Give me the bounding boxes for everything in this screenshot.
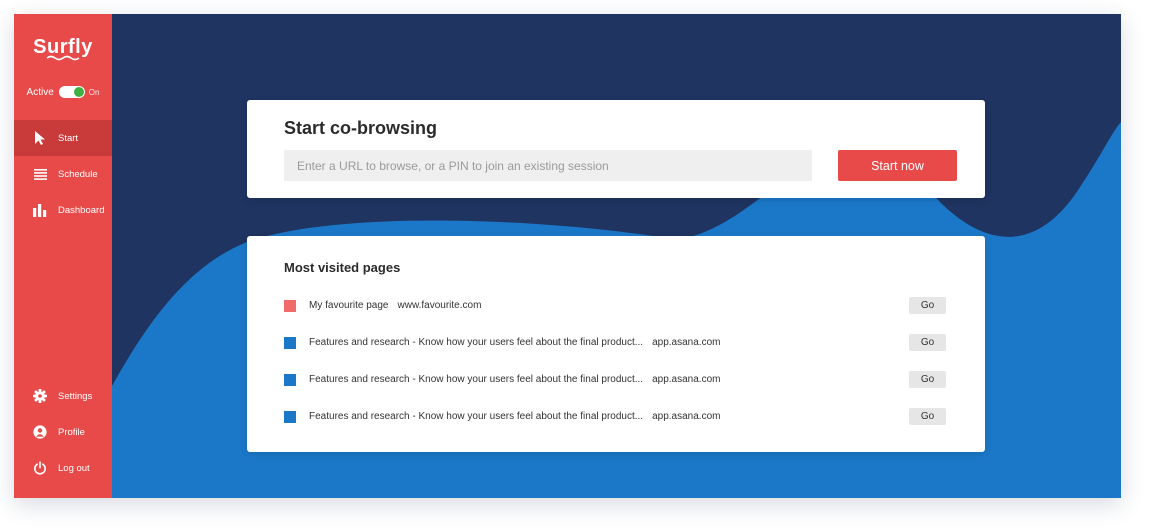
sidebar: Surfly Active On Start Schedule Dashboar… xyxy=(14,14,112,498)
brand-name: Surfly xyxy=(33,36,93,58)
list-item: Features and research - Know how your us… xyxy=(284,398,946,435)
page-title: Features and research - Know how your us… xyxy=(309,411,644,422)
page-title: Features and research - Know how your us… xyxy=(309,337,644,348)
list-item: My favourite page www.favourite.com Go xyxy=(284,287,946,324)
start-now-button[interactable]: Start now xyxy=(838,150,957,181)
list-item: Features and research - Know how your us… xyxy=(284,324,946,361)
go-button[interactable]: Go xyxy=(909,297,946,314)
page-color-swatch xyxy=(284,336,296,349)
go-button[interactable]: Go xyxy=(909,371,946,388)
sidebar-item-logout[interactable]: Log out xyxy=(14,450,112,486)
url-or-pin-input[interactable] xyxy=(284,150,812,181)
go-button[interactable]: Go xyxy=(909,334,946,351)
active-toggle[interactable] xyxy=(58,86,85,98)
sidebar-item-settings[interactable]: Settings xyxy=(14,378,112,414)
page-color-swatch xyxy=(284,373,296,386)
active-label: Active xyxy=(26,86,54,98)
power-icon xyxy=(32,460,48,476)
page-color-swatch xyxy=(284,299,296,312)
brand-logo[interactable]: Surfly xyxy=(14,36,112,61)
sidebar-nav-account: Settings Profile Log out xyxy=(14,378,112,486)
toggle-knob xyxy=(73,87,84,97)
gear-icon xyxy=(32,388,48,404)
page-url: app.asana.com xyxy=(652,374,721,385)
sidebar-item-dashboard[interactable]: Dashboard xyxy=(14,192,112,228)
sidebar-nav-main: Start Schedule Dashboard xyxy=(14,120,112,228)
page-url: www.favourite.com xyxy=(397,300,482,311)
page-url: app.asana.com xyxy=(652,411,721,422)
page-color-swatch xyxy=(284,410,296,423)
sidebar-item-label: Start xyxy=(58,132,79,144)
active-status: Active On xyxy=(14,86,112,98)
cobrowse-title: Start co-browsing xyxy=(284,118,438,138)
page-url: app.asana.com xyxy=(652,337,721,348)
sidebar-item-label: Settings xyxy=(58,390,93,402)
main-area: Start co-browsing Start now Most visited… xyxy=(112,14,1121,498)
sidebar-item-start[interactable]: Start xyxy=(14,120,112,156)
sidebar-item-profile[interactable]: Profile xyxy=(14,414,112,450)
sidebar-item-label: Dashboard xyxy=(58,204,105,216)
toggle-state-label: On xyxy=(88,87,100,97)
app-window: Surfly Active On Start Schedule Dashboar… xyxy=(14,14,1121,498)
sidebar-item-label: Log out xyxy=(58,462,90,474)
go-button[interactable]: Go xyxy=(909,408,946,425)
list-item: Features and research - Know how your us… xyxy=(284,361,946,398)
sidebar-item-schedule[interactable]: Schedule xyxy=(14,156,112,192)
sidebar-item-label: Profile xyxy=(58,426,85,438)
most-visited-title: Most visited pages xyxy=(284,260,401,275)
page-title: Features and research - Know how your us… xyxy=(309,374,644,385)
page-title: My favourite page xyxy=(309,300,389,311)
most-visited-list: My favourite page www.favourite.com Go F… xyxy=(284,287,946,435)
cobrowse-card: Start co-browsing Start now xyxy=(247,100,985,198)
bar-chart-icon xyxy=(32,202,48,218)
most-visited-card: Most visited pages My favourite page www… xyxy=(247,236,985,452)
user-icon xyxy=(32,424,48,440)
sidebar-item-label: Schedule xyxy=(58,168,98,180)
cursor-arrow-icon xyxy=(32,130,48,146)
list-lines-icon xyxy=(32,166,48,182)
